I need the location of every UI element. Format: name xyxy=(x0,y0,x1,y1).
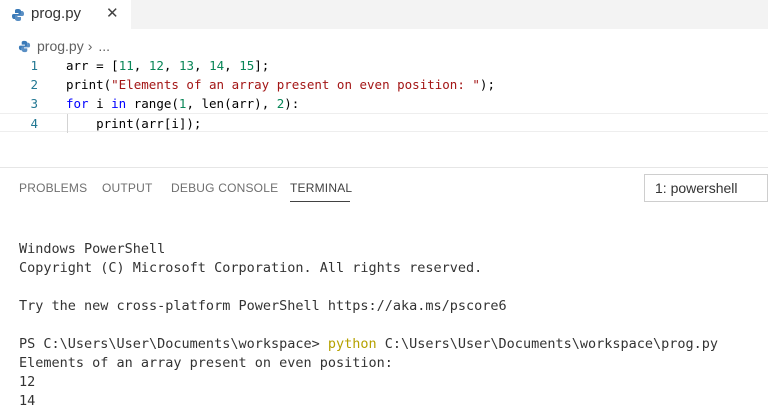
chevron-right-icon: › xyxy=(87,38,93,54)
breadcrumb: prog.py › ... xyxy=(18,37,110,55)
terminal-line: 14 xyxy=(19,393,36,409)
tab-prog-py[interactable]: prog.py ✕ xyxy=(0,0,131,29)
code-editor[interactable]: 1 arr = [11, 12, 13, 14, 15]; 2 print("Elem… xyxy=(0,56,768,136)
code-token: ): xyxy=(284,96,300,111)
terminal-select[interactable]: 1: powershell xyxy=(644,174,768,202)
code-text: arr = [11, 12, 13, 14, 15]; xyxy=(66,56,269,75)
code-text: for i in range(1, len(arr), 2): xyxy=(66,94,299,113)
breadcrumb-file[interactable]: prog.py xyxy=(37,38,84,54)
code-text: print(arr[i]); xyxy=(66,114,201,133)
editor-tab-bar: prog.py ✕ xyxy=(0,0,768,29)
code-line[interactable]: 1 arr = [11, 12, 13, 14, 15]; xyxy=(0,56,768,75)
code-text: print("Elements of an array present on e… xyxy=(66,75,495,94)
code-token: ); xyxy=(479,77,495,92)
code-token: range( xyxy=(126,96,179,111)
terminal-command: python xyxy=(327,336,377,352)
code-token: 12 xyxy=(148,58,164,73)
tab-output[interactable]: OUTPUT xyxy=(102,181,153,195)
code-token: , xyxy=(224,58,240,73)
terminal-line: Try the new cross-platform PowerShell ht… xyxy=(19,298,507,314)
code-token: i xyxy=(88,96,112,111)
panel-divider xyxy=(0,167,768,168)
code-token: 14 xyxy=(209,58,225,73)
code-token: "Elements of an array present on even po… xyxy=(111,77,480,92)
tab-terminal[interactable]: TERMINAL xyxy=(290,181,352,195)
tab-problems[interactable]: PROBLEMS xyxy=(19,181,87,195)
code-token: ]; xyxy=(254,58,270,73)
tab-title: prog.py xyxy=(31,5,82,22)
terminal-command-args: C:\Users\User\Documents\workspace\prog.p… xyxy=(376,336,719,352)
code-token: 11 xyxy=(118,58,134,73)
code-line[interactable]: 3 for i in range(1, len(arr), 2): xyxy=(0,94,768,113)
tab-debug-console[interactable]: DEBUG CONSOLE xyxy=(171,181,278,195)
code-token: , xyxy=(133,58,149,73)
python-icon xyxy=(12,9,24,21)
code-token: print( xyxy=(66,77,112,92)
python-icon xyxy=(18,40,31,52)
terminal-prompt-line: PS C:\Users\User\Documents\workspace> py… xyxy=(19,335,718,354)
terminal-line: 12 xyxy=(19,374,36,390)
terminal-prompt: PS C:\Users\User\Documents\workspace> xyxy=(19,336,328,352)
code-token: for xyxy=(66,96,89,111)
terminal-line: Windows PowerShell xyxy=(19,241,166,257)
close-icon[interactable]: ✕ xyxy=(106,4,119,22)
code-line[interactable]: 4 print(arr[i]); xyxy=(0,113,768,133)
code-token: , xyxy=(163,58,179,73)
code-token: 13 xyxy=(178,58,194,73)
terminal-line: Elements of an array present on even pos… xyxy=(19,355,393,371)
line-number: 2 xyxy=(30,77,38,92)
line-number: 1 xyxy=(30,58,38,73)
code-token: in xyxy=(111,96,127,111)
line-number: 3 xyxy=(30,96,38,111)
active-tab-indicator xyxy=(290,201,350,202)
code-line[interactable]: 2 print("Elements of an array present on … xyxy=(0,75,768,94)
terminal-line: Copyright (C) Microsoft Corporation. All… xyxy=(19,260,483,276)
code-token: arr = [ xyxy=(66,58,119,73)
code-token: 15 xyxy=(239,58,255,73)
breadcrumb-more[interactable]: ... xyxy=(98,38,110,54)
code-token: , xyxy=(194,58,210,73)
code-token: print(arr[i]); xyxy=(66,116,202,131)
line-number: 4 xyxy=(30,116,38,131)
code-token: , len(arr), xyxy=(186,96,277,111)
